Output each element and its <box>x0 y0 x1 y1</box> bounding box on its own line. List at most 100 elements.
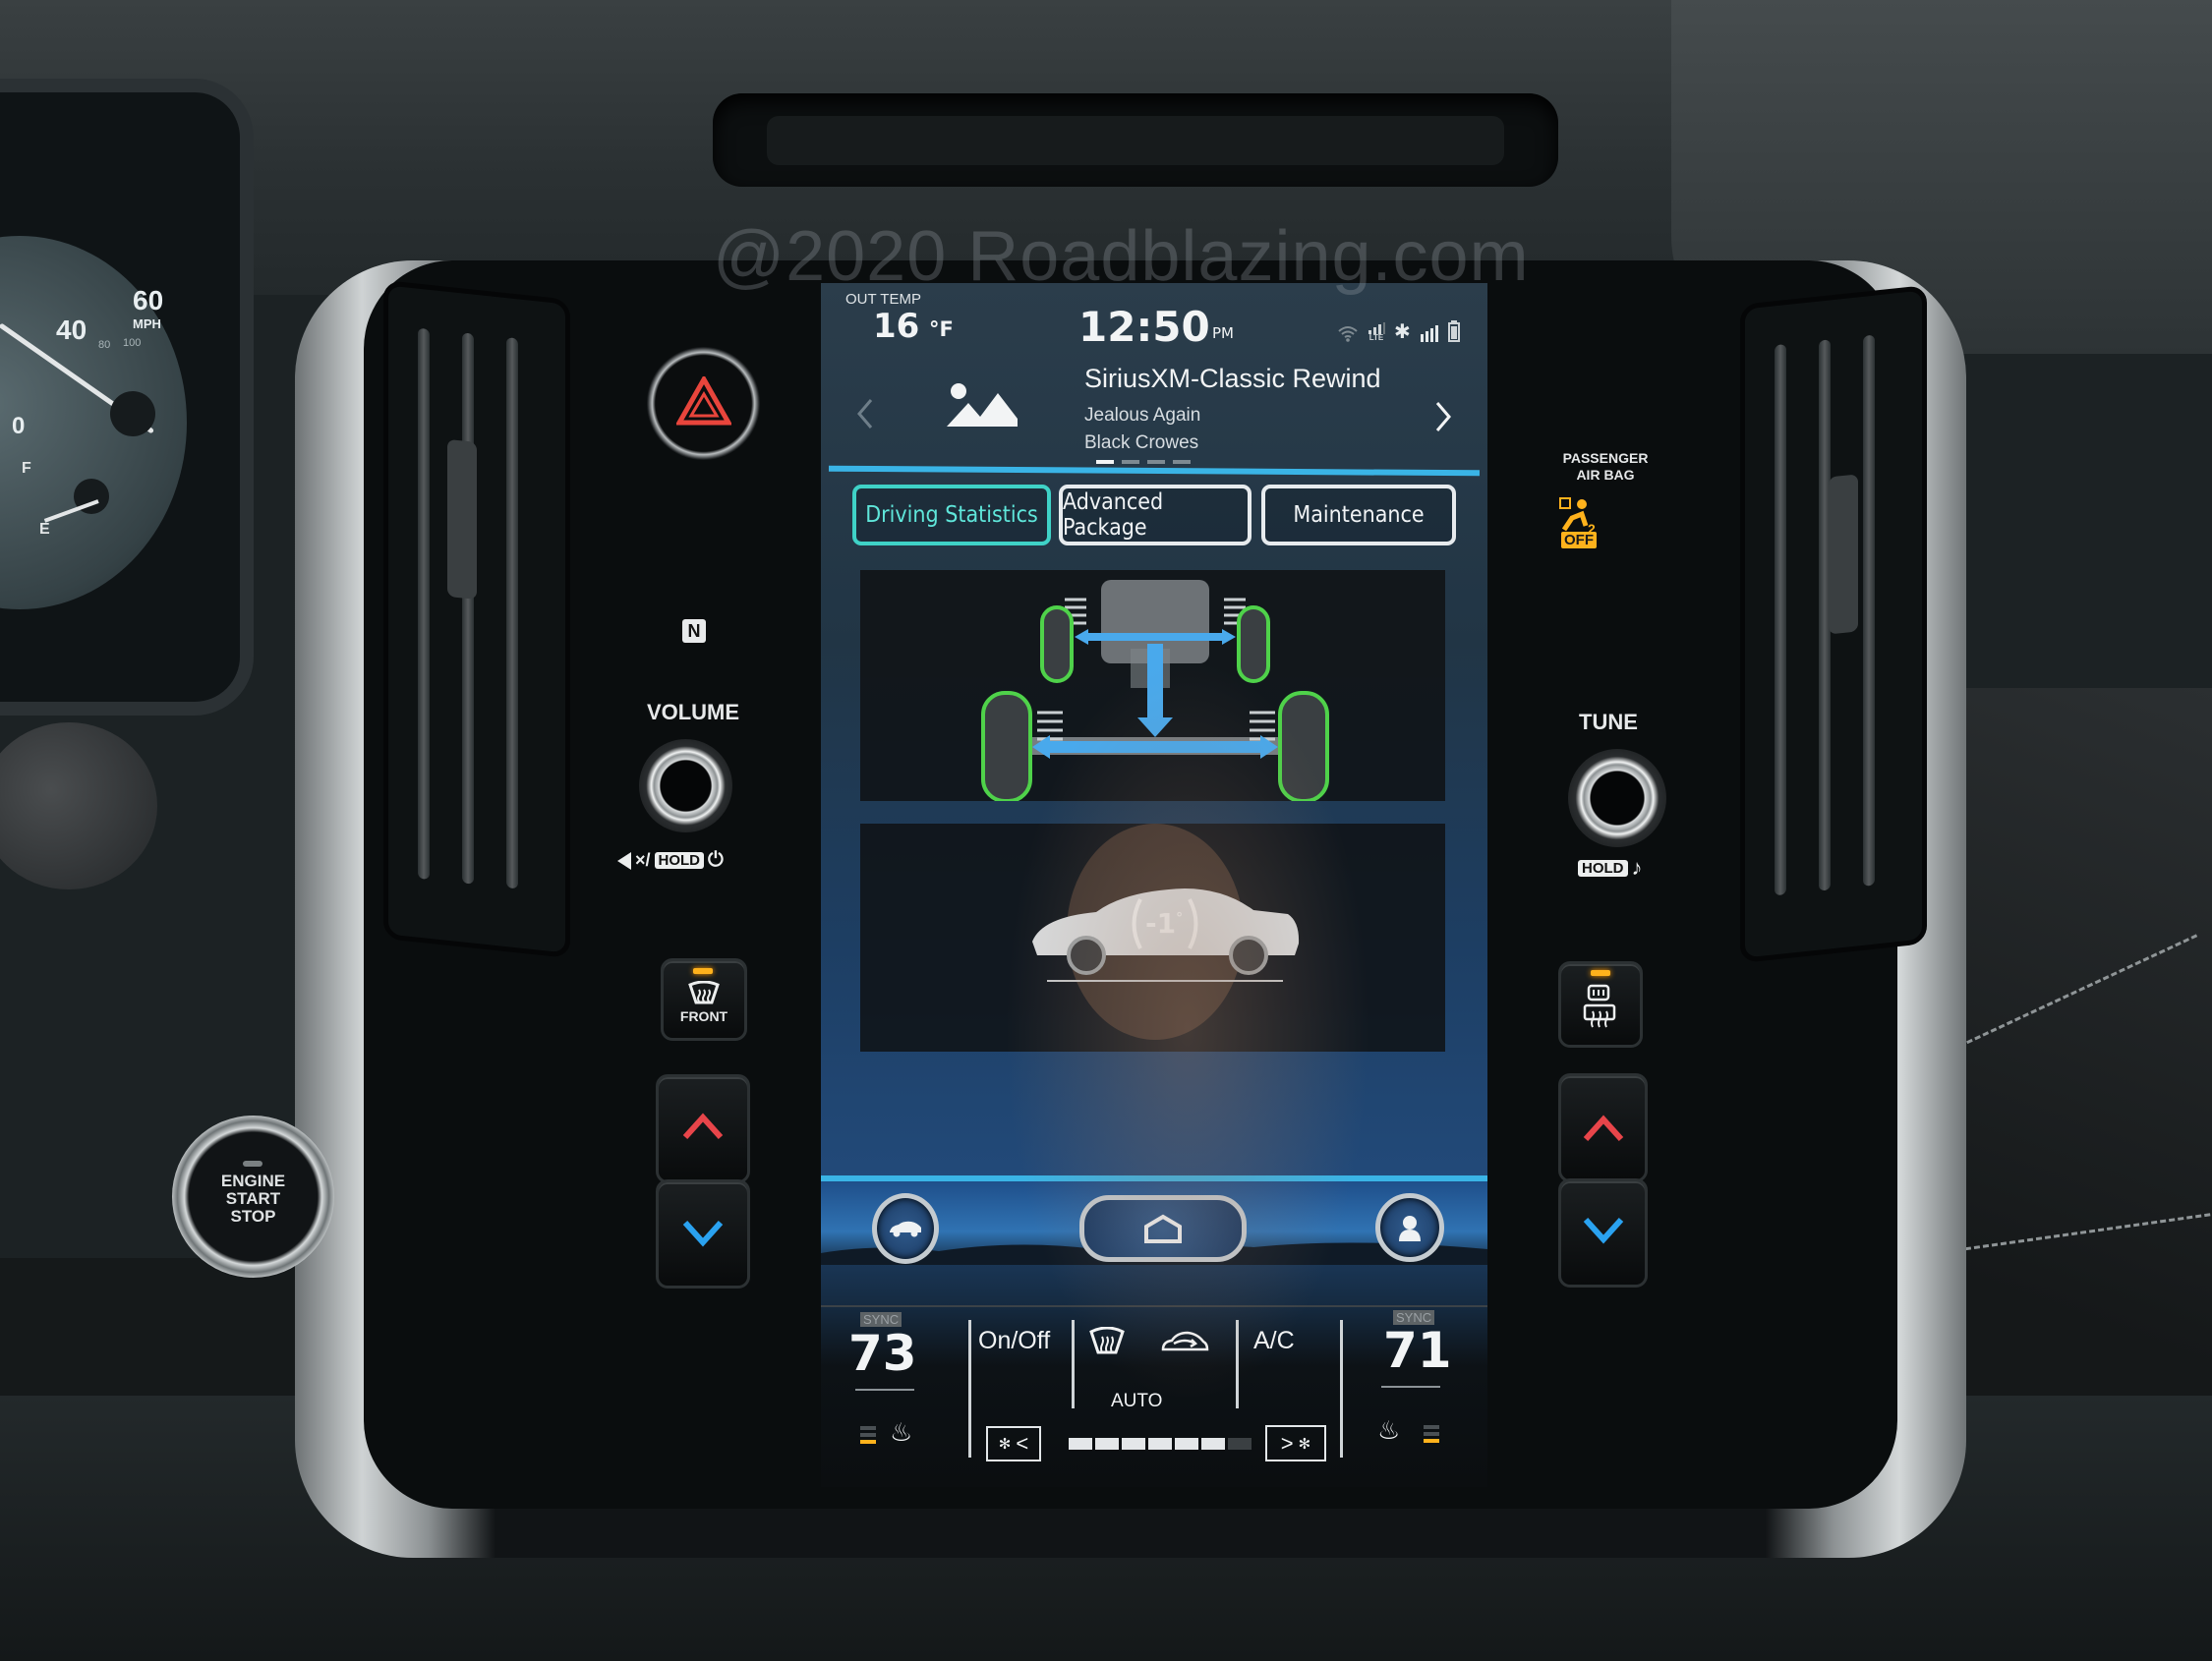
windshield-defrost-icon[interactable] <box>1088 1327 1126 1356</box>
hold-badge: HOLD <box>654 852 705 869</box>
tune-knob[interactable] <box>1568 749 1666 847</box>
profile-button[interactable] <box>1375 1193 1444 1262</box>
bluetooth-icon: ✱ <box>1394 321 1411 343</box>
media-page-indicator[interactable] <box>1096 460 1191 464</box>
volume-hint: ×/ HOLD ⏻ <box>617 849 724 872</box>
hazard-button[interactable] <box>647 347 760 460</box>
fan-speed-level[interactable] <box>1069 1438 1254 1450</box>
passenger-temp-down-button[interactable] <box>1558 1178 1648 1288</box>
page-dot[interactable] <box>1122 460 1139 464</box>
driver-temp[interactable]: 73 <box>848 1325 917 1382</box>
vent-slat <box>1863 334 1875 887</box>
seat-heat-bar <box>860 1440 876 1444</box>
secondary-label-80: 80 <box>98 339 111 351</box>
fan-icon: ✻ <box>1298 1435 1311 1453</box>
album-art-placeholder-icon[interactable] <box>947 379 1018 429</box>
speed-label-40: 40 <box>56 315 87 345</box>
passenger-seat-heater-button[interactable]: ♨ <box>1377 1416 1400 1446</box>
wifi-icon <box>1338 326 1358 342</box>
vent-slat <box>418 327 430 880</box>
fan-speed-segment <box>1228 1438 1252 1450</box>
fan-down-glyph: < <box>1016 1431 1029 1456</box>
car-front-wheel <box>1067 936 1106 975</box>
battery-icon <box>1447 320 1460 342</box>
airbag-label: PASSENGER AIR BAG <box>1556 450 1655 484</box>
right-air-vent[interactable] <box>1740 285 1927 963</box>
chevron-down-icon <box>1583 1217 1624 1244</box>
lte-signal-icon: LTE <box>1368 322 1385 342</box>
page-dot[interactable] <box>1147 460 1165 464</box>
fan-speed-segment <box>1095 1438 1119 1450</box>
front-defrost-button[interactable]: FRONT <box>661 958 747 1041</box>
vehicle-button[interactable] <box>872 1193 939 1264</box>
steering-stalk <box>0 722 157 889</box>
fuel-full-label: F <box>22 460 31 477</box>
climate-on-off-button[interactable]: On/Off <box>978 1327 1050 1355</box>
chevron-up-icon <box>1583 1115 1624 1142</box>
vent-slat <box>506 337 518 889</box>
fan-speed-up-button[interactable]: > ✻ <box>1265 1425 1326 1461</box>
engine-label-line2: START <box>225 1189 281 1208</box>
rear-defrost-icon <box>1583 984 1616 1028</box>
ac-button[interactable]: A/C <box>1253 1327 1295 1355</box>
rear-left-spring <box>1037 711 1063 741</box>
volume-knob[interactable] <box>639 739 732 832</box>
engine-label-line3: STOP <box>230 1207 276 1226</box>
driver-seat-heat-level <box>860 1426 876 1444</box>
secondary-label-100: 100 <box>123 337 142 349</box>
front-left-wheel <box>1040 605 1074 683</box>
tune-label: TUNE <box>1579 710 1638 734</box>
front-defrost-icon <box>688 981 720 1004</box>
tab-driving-statistics[interactable]: Driving Statistics <box>852 485 1051 545</box>
left-air-vent[interactable] <box>383 280 570 958</box>
vent-slat <box>462 332 474 885</box>
rear-right-spring <box>1250 711 1275 741</box>
profile-icon <box>1399 1216 1421 1241</box>
status-icons: LTE ✱ <box>1337 320 1460 342</box>
passenger-temp-underline <box>1381 1386 1440 1388</box>
driver-temp-up-button[interactable] <box>656 1074 750 1183</box>
recirculation-icon[interactable] <box>1160 1328 1209 1355</box>
music-note-icon: ♪ <box>1631 855 1643 880</box>
tab-advanced-package[interactable]: Advanced Package <box>1059 485 1252 545</box>
seat-heat-bar <box>860 1433 876 1437</box>
tab-maintenance[interactable]: Maintenance <box>1261 485 1456 545</box>
media-prev-icon[interactable] <box>855 396 875 431</box>
rear-right-wheel <box>1278 691 1329 801</box>
car-icon <box>890 1221 921 1237</box>
speed-label-0: 0 <box>12 413 26 439</box>
rear-defrost-button[interactable] <box>1558 961 1643 1048</box>
climate-auto-button[interactable]: AUTO <box>1111 1391 1162 1412</box>
power-icon: ⏻ <box>708 849 724 871</box>
climate-divider <box>821 1305 1487 1307</box>
volume-label: VOLUME <box>646 700 740 724</box>
vent-slat <box>1775 344 1786 896</box>
passenger-temp-up-button[interactable] <box>1558 1073 1648 1182</box>
fan-speed-down-button[interactable]: ✻ < <box>986 1426 1041 1461</box>
chevron-down-icon <box>682 1220 724 1247</box>
driver-seat-heater-button[interactable]: ♨ <box>890 1418 912 1448</box>
fan-up-glyph: > <box>1280 1430 1294 1456</box>
vent-tab[interactable] <box>1829 474 1858 635</box>
page-dot[interactable] <box>1096 460 1114 464</box>
driver-temp-down-button[interactable] <box>656 1179 750 1289</box>
vent-tab[interactable] <box>447 438 477 600</box>
passenger-temp[interactable]: 71 <box>1383 1322 1452 1379</box>
fan-speed-segment <box>1201 1438 1225 1450</box>
media-next-icon[interactable] <box>1433 399 1453 434</box>
vehicle-pitch-panel: -1° <box>860 824 1445 1052</box>
rear-left-wheel <box>981 691 1032 801</box>
page-dot[interactable] <box>1173 460 1191 464</box>
engine-start-stop-button[interactable]: ENGINE START STOP <box>172 1116 334 1278</box>
front-right-wheel <box>1237 605 1270 683</box>
chevron-up-icon <box>682 1113 724 1140</box>
rear-defrost-indicator <box>1591 970 1610 976</box>
awd-diagram-panel <box>860 570 1445 801</box>
needle-hub <box>110 391 155 436</box>
seat-heat-bar <box>860 1426 876 1430</box>
fan-speed-segment <box>1148 1438 1172 1450</box>
infotainment-screen[interactable]: OUT TEMP 16 °F 12:50 PM LTE ✱ SiriusXM-C… <box>821 283 1487 1487</box>
airbag-off-badge: OFF <box>1561 532 1597 548</box>
home-button[interactable] <box>1079 1195 1247 1262</box>
nfc-icon: N <box>682 619 706 643</box>
